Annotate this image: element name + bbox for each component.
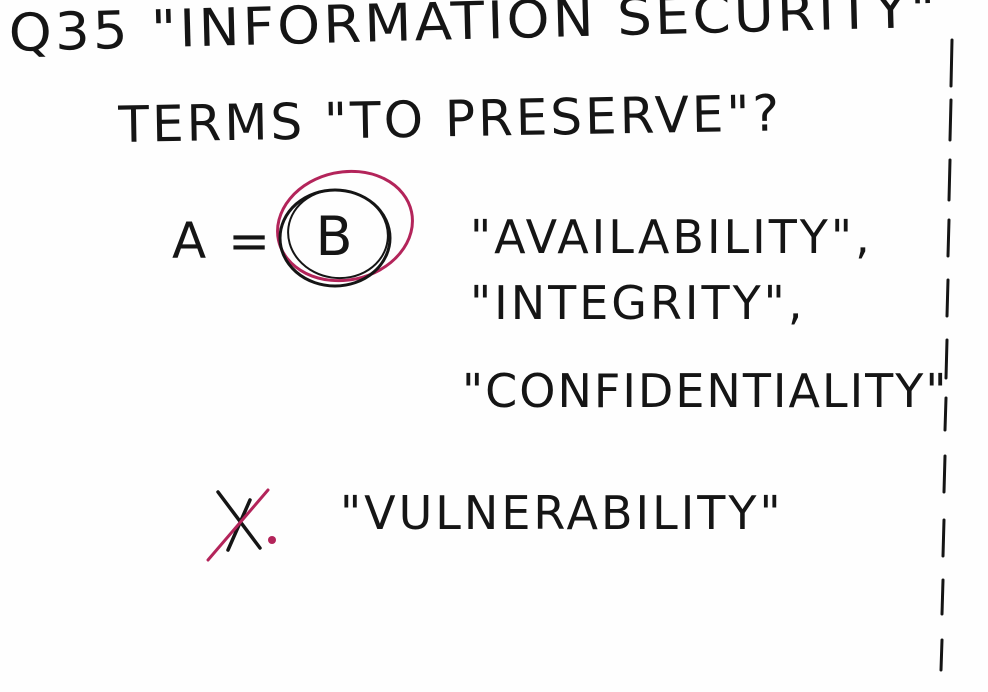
cross-out-icon bbox=[206, 488, 276, 562]
option-confidentiality: "CONFIDENTIALITY" bbox=[462, 364, 949, 418]
handwritten-note: Q35 "INFORMATION SECURITY" TERMS "TO PRE… bbox=[0, 0, 988, 692]
question-line-2: TERMS "TO PRESERVE"? bbox=[118, 84, 783, 154]
answer-letter: B bbox=[315, 204, 353, 268]
dashed-margin-line bbox=[939, 38, 954, 672]
option-availability: "AVAILABILITY", bbox=[470, 210, 873, 264]
option-vulnerability: "VULNERABILITY" bbox=[340, 486, 784, 540]
option-integrity: "INTEGRITY", bbox=[470, 276, 806, 330]
question-line-1: Q35 "INFORMATION SECURITY" bbox=[8, 0, 940, 64]
